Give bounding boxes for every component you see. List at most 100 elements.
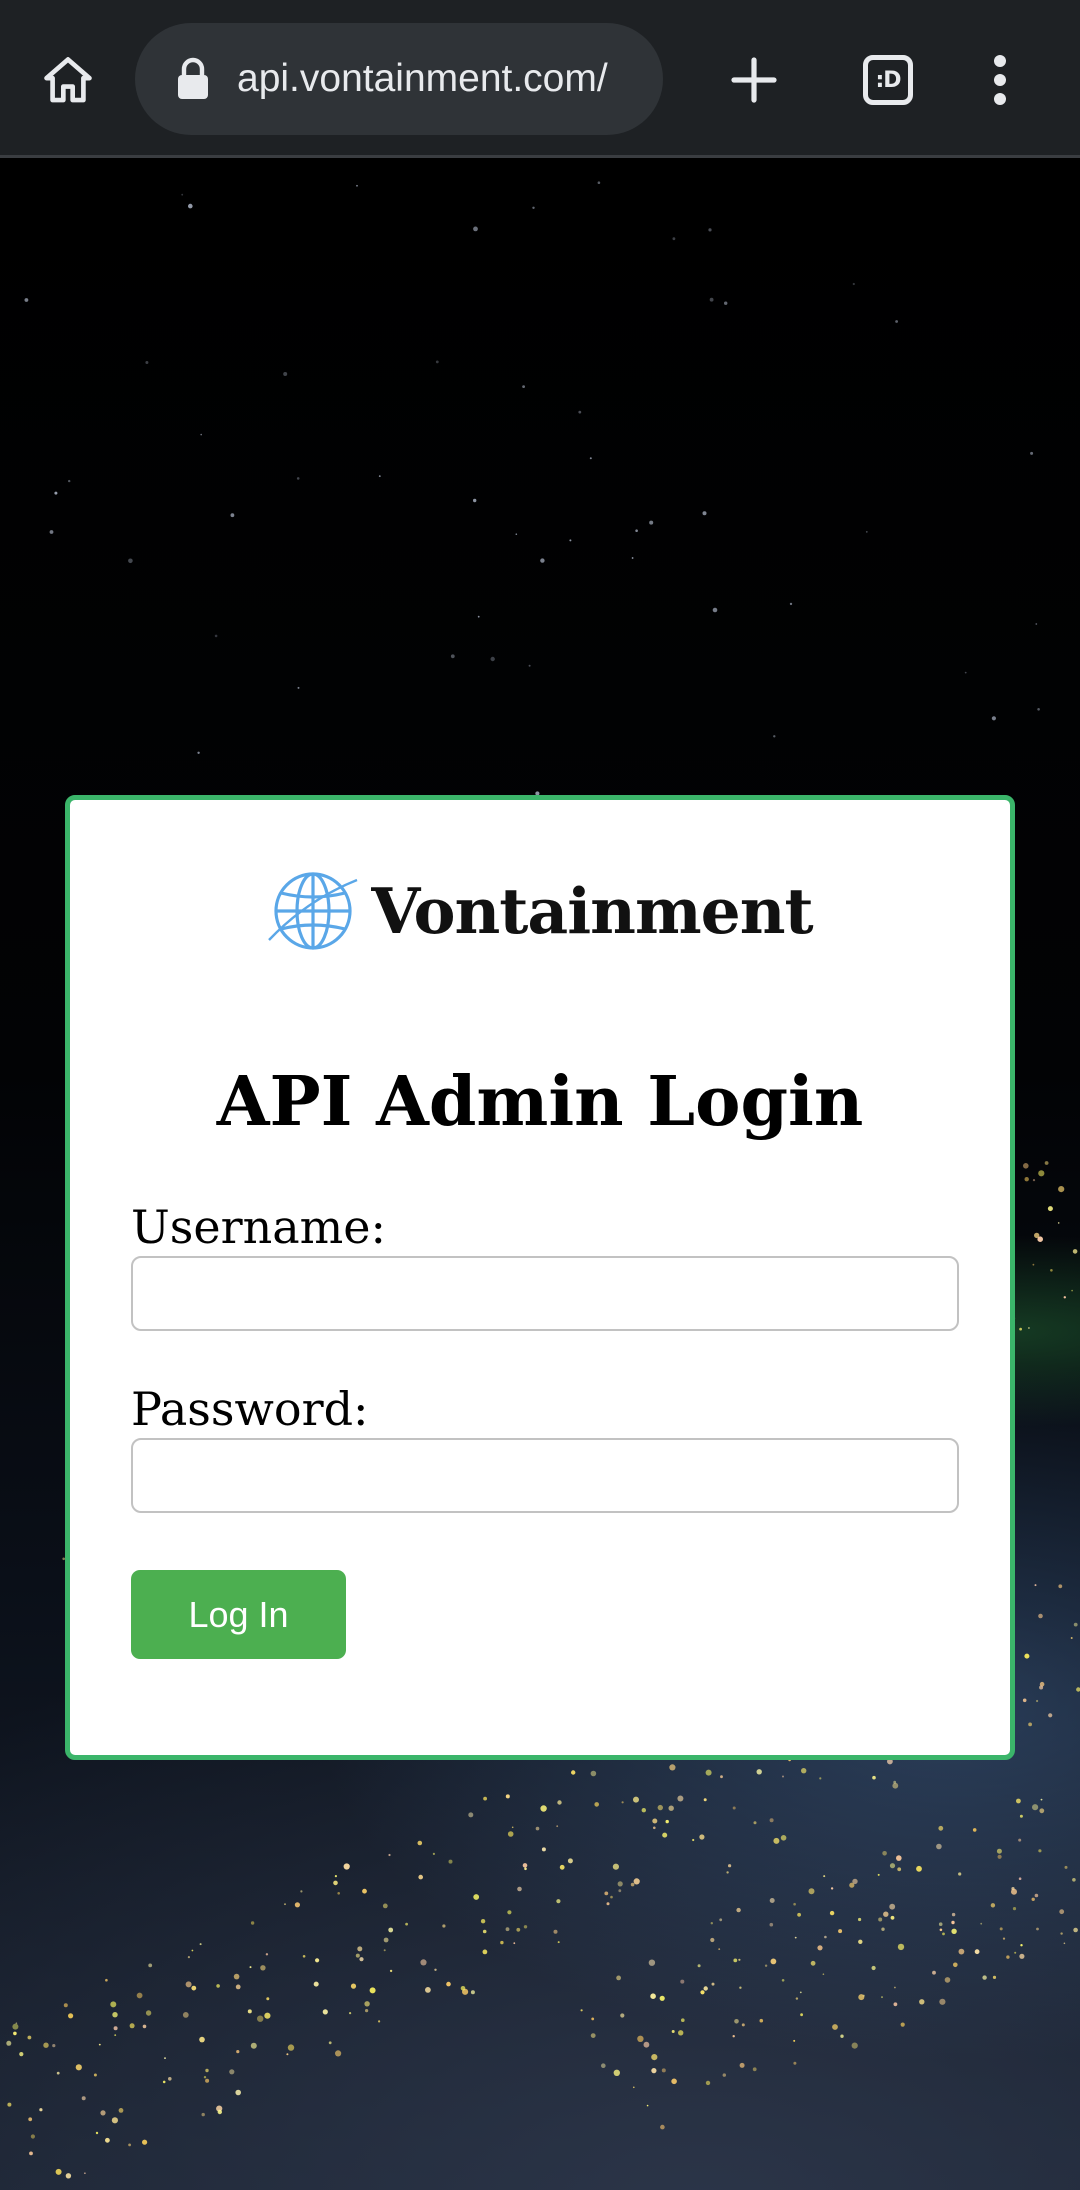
- city-light: [840, 2034, 844, 2038]
- city-light: [601, 2063, 606, 2068]
- star: [569, 539, 572, 542]
- city-light: [470, 1990, 475, 1995]
- city-light: [505, 1927, 510, 1932]
- city-light: [992, 1975, 997, 1979]
- city-light: [1011, 1888, 1017, 1895]
- city-light: [216, 1984, 220, 1988]
- city-light: [669, 1764, 676, 1771]
- city-light: [1018, 1838, 1022, 1842]
- city-light: [294, 1902, 300, 1908]
- city-light: [753, 1821, 757, 1825]
- city-light: [610, 1895, 613, 1899]
- star: [214, 634, 218, 638]
- city-light: [939, 1998, 946, 2005]
- tab-switcher-button[interactable]: :D: [848, 40, 928, 120]
- city-light: [661, 2068, 666, 2073]
- city-light: [350, 1983, 357, 1989]
- address-bar[interactable]: api.vontainment.com/: [135, 23, 663, 135]
- city-light: [711, 1982, 715, 1986]
- city-light: [720, 1775, 723, 1779]
- city-light: [1072, 1878, 1076, 1882]
- city-light: [203, 2076, 207, 2079]
- city-light: [781, 1979, 785, 1982]
- city-light: [556, 1899, 561, 1904]
- city-light: [896, 1855, 902, 1861]
- password-input[interactable]: [131, 1438, 959, 1513]
- city-light: [881, 1996, 883, 1999]
- city-light: [616, 1975, 621, 1981]
- city-light: [382, 1903, 388, 1909]
- city-light: [618, 1889, 622, 1893]
- city-light: [383, 1937, 389, 1943]
- lock-icon: [173, 56, 213, 102]
- city-light: [257, 2015, 264, 2022]
- city-light: [55, 2168, 62, 2175]
- star: [181, 193, 184, 196]
- city-light: [265, 1953, 269, 1956]
- city-light: [567, 1858, 573, 1864]
- login-button[interactable]: Log In: [131, 1570, 346, 1659]
- city-light: [651, 2054, 658, 2061]
- star: [540, 558, 545, 563]
- city-light: [1058, 1584, 1063, 1589]
- star: [773, 735, 776, 738]
- new-tab-button[interactable]: [714, 40, 794, 120]
- city-light: [769, 1922, 774, 1927]
- city-light: [434, 1968, 437, 1972]
- tab-switcher-icon: :D: [863, 55, 913, 105]
- city-light: [974, 1949, 980, 1955]
- city-light: [383, 1949, 386, 1952]
- url-text: api.vontainment.com/: [237, 57, 608, 100]
- city-light: [738, 1958, 741, 1961]
- browser-menu-button[interactable]: [960, 40, 1040, 120]
- browser-toolbar: api.vontainment.com/ :D: [0, 0, 1080, 158]
- city-light: [114, 2034, 117, 2036]
- city-light: [703, 1798, 707, 1802]
- city-light: [480, 1919, 486, 1924]
- star: [54, 491, 58, 495]
- city-light: [1072, 1249, 1078, 1254]
- city-light: [951, 1928, 957, 1935]
- city-light: [369, 1987, 376, 1994]
- city-light: [890, 1915, 895, 1920]
- city-light: [1023, 1163, 1029, 1169]
- star: [702, 511, 707, 516]
- city-light: [335, 2050, 342, 2057]
- city-light: [613, 2069, 620, 2076]
- city-light: [999, 1927, 1003, 1931]
- city-light: [191, 1949, 194, 1952]
- city-light: [110, 2001, 117, 2008]
- city-light: [1019, 1327, 1022, 1331]
- city-light: [958, 1948, 965, 1955]
- city-light: [559, 1864, 565, 1870]
- city-light: [722, 2073, 726, 2077]
- city-light: [953, 1962, 958, 1968]
- city-light: [699, 1834, 705, 1840]
- city-light: [28, 2117, 33, 2122]
- city-light: [541, 1847, 546, 1852]
- city-light: [199, 1943, 202, 1946]
- city-light: [1071, 1289, 1073, 1292]
- city-light: [612, 1863, 620, 1870]
- home-button[interactable]: [28, 40, 108, 120]
- username-input[interactable]: [131, 1256, 959, 1331]
- city-light: [1040, 1798, 1043, 1801]
- city-light: [858, 1917, 862, 1922]
- city-light: [591, 2017, 595, 2021]
- city-light: [657, 1804, 663, 1811]
- city-light: [769, 1818, 774, 1823]
- star: [1037, 708, 1040, 711]
- city-light: [770, 1958, 777, 1965]
- city-light: [1063, 1296, 1067, 1299]
- city-light: [162, 2080, 166, 2084]
- city-light: [556, 1825, 559, 1828]
- city-light: [756, 1769, 762, 1775]
- city-light: [322, 2009, 328, 2015]
- city-light: [1006, 1955, 1010, 1959]
- star: [230, 513, 235, 518]
- city-light: [739, 2062, 745, 2068]
- city-light: [819, 1777, 822, 1780]
- city-light: [939, 1928, 943, 1932]
- city-light: [1014, 1951, 1017, 1954]
- city-light: [665, 1819, 669, 1824]
